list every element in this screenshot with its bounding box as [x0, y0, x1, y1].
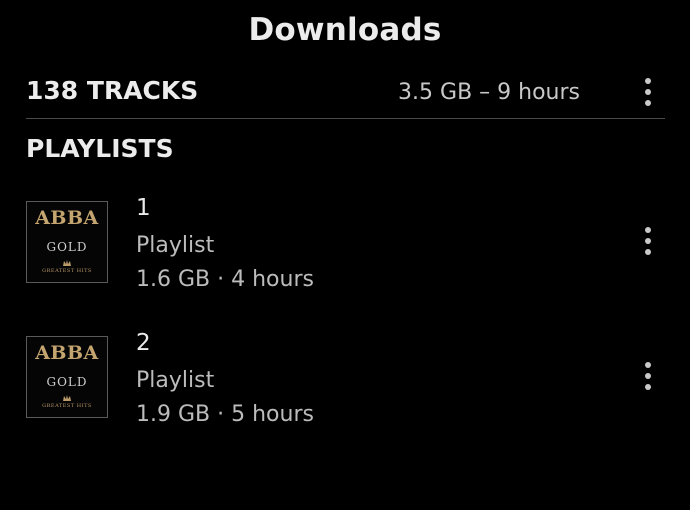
- album-art-subtitle: GOLD: [46, 375, 88, 389]
- album-art-thumbnail: ABBA GOLD GREATEST HITS: [26, 201, 108, 283]
- section-heading-playlists: PLAYLISTS: [26, 134, 174, 163]
- playlist-name: 2: [136, 330, 151, 356]
- playlist-meta: 1.9 GB · 5 hours: [136, 402, 314, 427]
- album-art-thumbnail: ABBA GOLD GREATEST HITS: [26, 336, 108, 418]
- tracks-size-duration: 3.5 GB – 9 hours: [398, 80, 580, 105]
- album-art-brand: ABBA: [35, 342, 99, 364]
- tracks-count-label: 138 TRACKS: [26, 76, 199, 105]
- playlist-item[interactable]: ABBA GOLD GREATEST HITS 1 Playlist 1.6 G…: [0, 195, 690, 315]
- playlist-name: 1: [136, 195, 151, 221]
- more-vert-icon[interactable]: [636, 223, 660, 259]
- playlist-item[interactable]: ABBA GOLD GREATEST HITS 2 Playlist 1.9 G…: [0, 330, 690, 450]
- album-art-small-text: GREATEST HITS: [42, 268, 92, 274]
- album-art-brand: ABBA: [35, 207, 99, 229]
- album-art-small-text: GREATEST HITS: [42, 403, 92, 409]
- crown-icon: [63, 260, 71, 266]
- page-title: Downloads: [248, 12, 442, 48]
- playlist-meta: 1.6 GB · 4 hours: [136, 267, 314, 292]
- downloads-summary-row[interactable]: 138 TRACKS 3.5 GB – 9 hours: [0, 66, 690, 118]
- divider: [26, 118, 665, 119]
- playlist-type: Playlist: [136, 368, 215, 393]
- more-vert-icon[interactable]: [636, 74, 660, 110]
- album-art-subtitle: GOLD: [46, 240, 88, 254]
- more-vert-icon[interactable]: [636, 358, 660, 394]
- crown-icon: [63, 395, 71, 401]
- playlist-type: Playlist: [136, 233, 215, 258]
